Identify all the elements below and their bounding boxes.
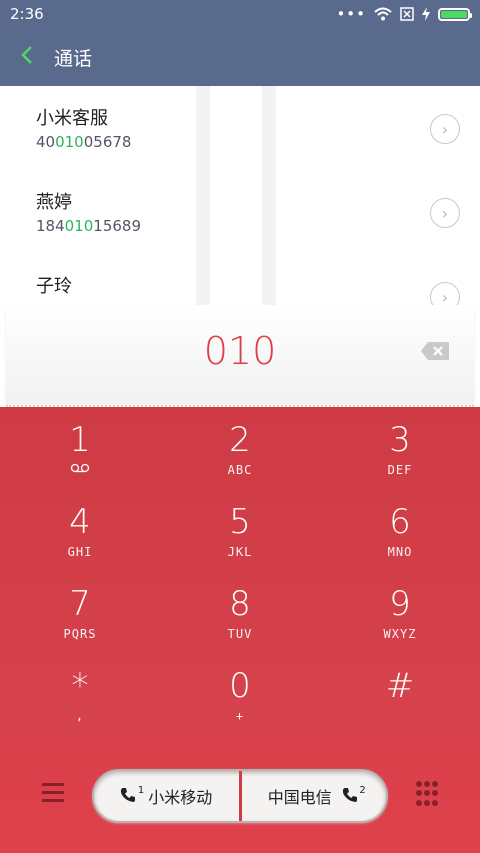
chevron-right-icon[interactable]: › — [430, 198, 460, 228]
dual-sim-call-buttons: 1 小米移动 中国电信 2 — [92, 769, 388, 823]
contact-list: 小米客服 4001005678 › 燕婷 18401015689 › 子玲 › — [0, 86, 480, 308]
call-sim2-button[interactable]: 中国电信 2 — [242, 771, 387, 821]
contact-number: 4001005678 — [36, 133, 132, 151]
key-3[interactable]: 3 DEF — [320, 407, 480, 489]
contact-name: 子玲 — [36, 276, 72, 297]
call-bar: 1 小米移动 中国电信 2 — [0, 737, 480, 853]
key-4[interactable]: 4 GHI — [0, 489, 160, 571]
menu-icon[interactable] — [42, 783, 64, 803]
phone-icon: 2 — [342, 785, 366, 805]
dialed-number: 010 — [203, 329, 277, 373]
sim2-label: 中国电信 — [267, 788, 332, 807]
key-0[interactable]: 0 + — [160, 653, 320, 735]
sim1-label: 小米移动 — [148, 788, 213, 807]
call-sim1-button[interactable]: 1 小米移动 — [94, 771, 239, 821]
contact-item[interactable]: 小米客服 4001005678 › — [0, 86, 480, 170]
charging-icon — [422, 7, 430, 21]
backspace-icon[interactable] — [420, 341, 450, 361]
key-2[interactable]: 2 ABC — [160, 407, 320, 489]
contact-item[interactable]: 燕婷 18401015689 › — [0, 170, 480, 254]
key-star[interactable]: * , — [0, 653, 160, 735]
key-1[interactable]: 1 — [0, 407, 160, 489]
contact-number: 18401015689 — [36, 217, 141, 235]
status-bar: 2:36 ••• — [0, 0, 480, 28]
back-arrow-icon[interactable] — [20, 42, 50, 72]
status-time: 2:36 — [10, 5, 44, 23]
no-sim-icon — [400, 7, 414, 21]
key-5[interactable]: 5 JKL — [160, 489, 320, 571]
phone-icon: 1 — [120, 785, 144, 805]
key-9[interactable]: 9 WXYZ — [320, 571, 480, 653]
voicemail-icon — [70, 463, 90, 473]
dial-keypad: 1 2 ABC 3 DEF 4 GHI 5 JKL 6 MNO 7 PQRS 8… — [0, 407, 480, 737]
key-7[interactable]: 7 PQRS — [0, 571, 160, 653]
wifi-icon — [374, 7, 392, 21]
status-icons: ••• — [336, 5, 472, 23]
app-header: 通话 — [0, 28, 480, 86]
key-pound[interactable]: # — [320, 653, 480, 735]
battery-icon — [438, 7, 472, 21]
key-6[interactable]: 6 MNO — [320, 489, 480, 571]
key-8[interactable]: 8 TUV — [160, 571, 320, 653]
top-bar: 2:36 ••• 通话 — [0, 0, 480, 86]
chevron-right-icon[interactable]: › — [430, 114, 460, 144]
more-dots-icon: ••• — [336, 5, 366, 23]
number-display: 010 — [6, 305, 474, 407]
contact-name: 小米客服 — [36, 108, 108, 129]
contact-name: 燕婷 — [36, 192, 72, 213]
keypad-toggle-icon[interactable] — [416, 781, 440, 807]
page-title: 通话 — [54, 47, 93, 70]
contact-item[interactable]: 子玲 › — [0, 254, 480, 308]
